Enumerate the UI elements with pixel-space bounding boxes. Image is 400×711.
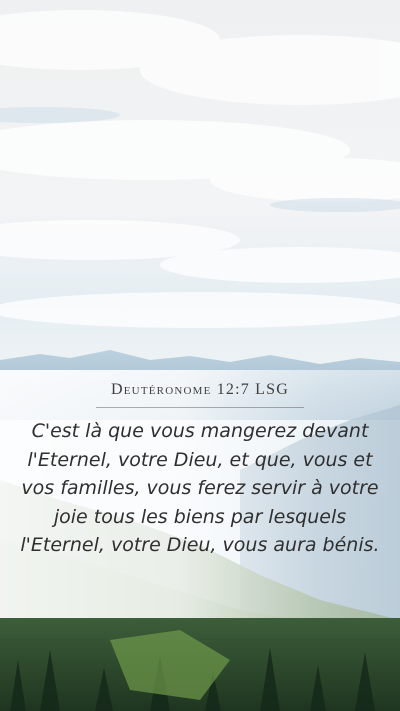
reference-divider [96, 407, 304, 408]
verse-reference: Deutéronome 12:7 LSG [111, 381, 289, 398]
verse-text: C'est là que vous mangerez devant l'Eter… [20, 420, 380, 557]
